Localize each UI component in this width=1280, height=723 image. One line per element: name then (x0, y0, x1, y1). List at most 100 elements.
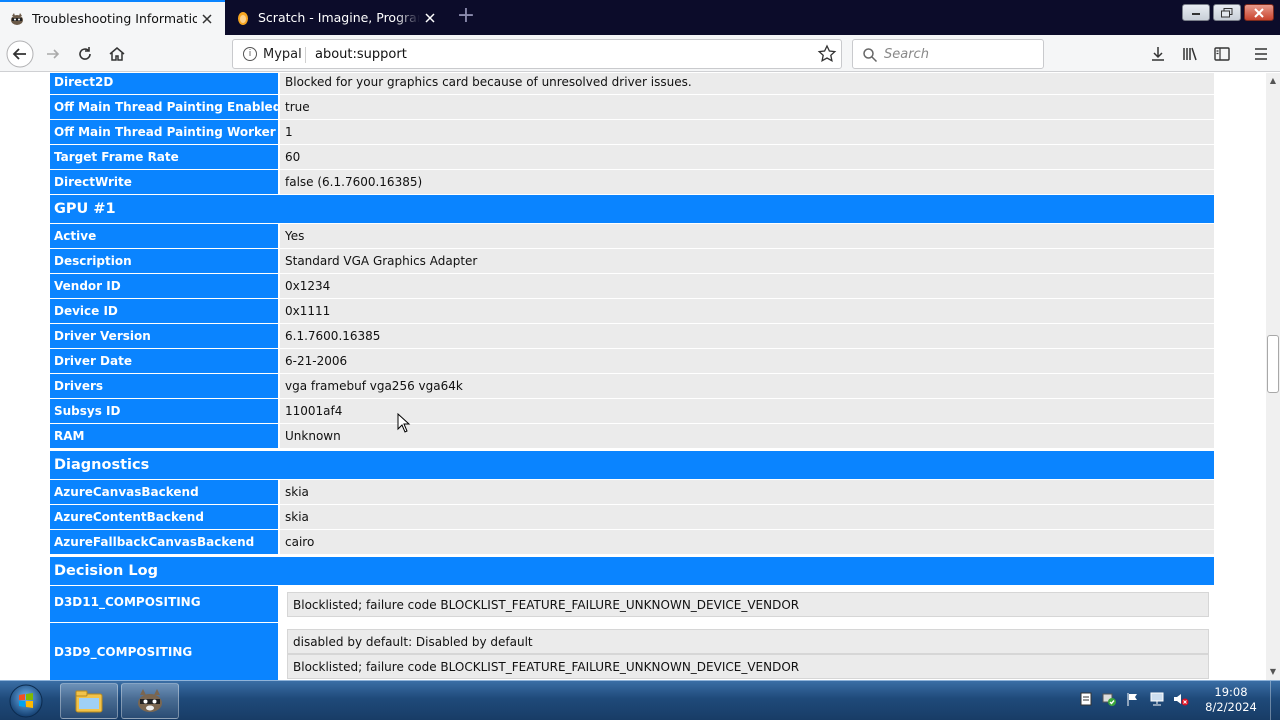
flag-icon[interactable] (1125, 691, 1141, 707)
home-icon (109, 47, 125, 61)
table-row: Driver Version 6.1.7600.16385 (50, 324, 1214, 348)
maximize-window-button[interactable] (1213, 4, 1241, 21)
scratch-cat-icon (235, 10, 251, 26)
table-row: RAM Unknown (50, 424, 1214, 448)
row-value: true (280, 95, 1214, 119)
table-row: Target Frame Rate 60 (50, 145, 1214, 169)
row-key: AzureContentBackend (50, 505, 278, 529)
start-button[interactable] (4, 683, 48, 719)
tab-troubleshooting[interactable]: Troubleshooting Information (0, 0, 225, 35)
log-entry: disabled by default: Disabled by default (287, 629, 1209, 654)
tab-scratch[interactable]: Scratch - Imagine, Program, Share (226, 0, 448, 35)
identity-label: Mypal (263, 47, 302, 62)
row-key: Description (50, 249, 278, 273)
home-button[interactable] (102, 39, 132, 69)
back-button[interactable] (5, 39, 35, 69)
scroll-up-arrow-icon[interactable]: ▲ (1269, 77, 1277, 85)
row-key: Drivers (50, 374, 278, 398)
tab-close-icon[interactable] (420, 8, 440, 28)
file-explorer-icon (75, 690, 103, 713)
row-key: Driver Version (50, 324, 278, 348)
row-key: Off Main Thread Painting Enabled (50, 95, 281, 119)
row-key: D3D9_COMPOSITING (50, 623, 278, 680)
sidebar-icon[interactable] (1211, 43, 1233, 65)
row-key: Subsys ID (50, 399, 278, 423)
url-separator (305, 47, 306, 63)
mypal-browser-icon (138, 689, 162, 712)
tab-title: Scratch - Imagine, Program, Share (258, 10, 420, 25)
action-center-icon[interactable] (1078, 691, 1094, 707)
forward-arrow-icon (47, 49, 60, 59)
clock-date: 8/2/2024 (1205, 700, 1257, 714)
row-value: cairo (280, 530, 1214, 554)
hamburger-menu-icon[interactable] (1250, 43, 1272, 65)
table-row: Description Standard VGA Graphics Adapte… (50, 249, 1214, 273)
row-key: AzureCanvasBackend (50, 480, 278, 504)
row-value: 60 (280, 145, 1214, 169)
new-tab-plus-icon[interactable]: + (455, 5, 477, 28)
navigation-toolbar: i Mypal about:support Search (0, 35, 1280, 72)
show-desktop-button[interactable] (1270, 681, 1280, 721)
table-row: AzureContentBackend skia (50, 505, 1214, 529)
row-value: 1 (280, 120, 1214, 144)
row-key: Direct2D (50, 73, 278, 94)
tab-strip: Troubleshooting Information Scratch - Im… (0, 0, 1280, 35)
table-row: Vendor ID 0x1234 (50, 274, 1214, 298)
table-row: Off Main Thread Painting Enabled true (50, 95, 1214, 119)
url-bar[interactable]: i Mypal about:support (232, 39, 842, 69)
vertical-scrollbar[interactable]: ▲ ▼ (1266, 73, 1280, 680)
row-value: skia (280, 505, 1214, 529)
minimize-window-button[interactable] (1182, 4, 1210, 21)
taskbar-mypal-browser[interactable] (121, 683, 179, 719)
windows-taskbar: 19:08 8/2/2024 (0, 680, 1280, 721)
tab-title: Troubleshooting Information (32, 11, 197, 26)
section-heading-diagnostics: Diagnostics (50, 451, 1214, 479)
log-entry: Blocklisted; failure code BLOCKLIST_FEAT… (287, 592, 1209, 617)
row-key: Target Frame Rate (50, 145, 278, 169)
volume-muted-icon[interactable] (1173, 691, 1189, 707)
row-key: DirectWrite (50, 170, 278, 194)
row-value: 0x1111 (280, 299, 1214, 323)
search-icon (863, 48, 878, 63)
table-row: Driver Date 6-21-2006 (50, 349, 1214, 373)
info-icon[interactable]: i (243, 47, 257, 61)
taskbar-file-explorer[interactable] (60, 683, 118, 719)
row-key: D3D11_COMPOSITING (50, 586, 278, 622)
reload-button[interactable] (70, 39, 100, 69)
row-value: vga framebuf vga256 vga64k (280, 374, 1214, 398)
back-arrow-icon (6, 40, 34, 68)
scrollbar-thumb[interactable] (1267, 335, 1279, 393)
row-value: skia (280, 480, 1214, 504)
table-row: Device ID 0x1111 (50, 299, 1214, 323)
close-window-button[interactable] (1244, 4, 1274, 21)
system-clock[interactable]: 19:08 8/2/2024 (1196, 685, 1266, 715)
row-key: Active (50, 224, 278, 248)
security-shield-icon[interactable] (1101, 691, 1117, 707)
table-row: Active Yes (50, 224, 1214, 248)
table-row: AzureCanvasBackend skia (50, 480, 1214, 504)
row-value: Yes (280, 224, 1214, 248)
row-value: 0x1234 (280, 274, 1214, 298)
raccoon-icon (9, 11, 25, 27)
row-value: Standard VGA Graphics Adapter (280, 249, 1214, 273)
row-value: 6.1.7600.16385 (280, 324, 1214, 348)
network-icon[interactable] (1149, 691, 1165, 707)
row-value: 6-21-2006 (280, 349, 1214, 373)
url-text[interactable]: about:support (315, 47, 407, 62)
log-entry: Blocklisted; failure code BLOCKLIST_FEAT… (287, 654, 1209, 679)
table-row: Direct2D Blocked for your graphics card … (50, 73, 1214, 94)
scroll-down-arrow-icon[interactable]: ▼ (1269, 668, 1277, 676)
row-key: AzureFallbackCanvasBackend (50, 530, 278, 554)
search-bar[interactable]: Search (852, 39, 1044, 69)
row-key: RAM (50, 424, 278, 448)
library-icon[interactable] (1179, 43, 1201, 65)
row-key: Off Main Thread Painting Worker Count (50, 120, 320, 144)
row-key: Device ID (50, 299, 278, 323)
forward-button[interactable] (38, 39, 68, 69)
mouse-cursor-icon (397, 413, 411, 433)
section-heading-gpu1: GPU #1 (50, 195, 1214, 223)
tab-close-icon[interactable] (197, 9, 217, 29)
downloads-icon[interactable] (1147, 43, 1169, 65)
bookmark-star-icon[interactable] (817, 44, 837, 64)
row-value: Unknown (280, 424, 1214, 448)
